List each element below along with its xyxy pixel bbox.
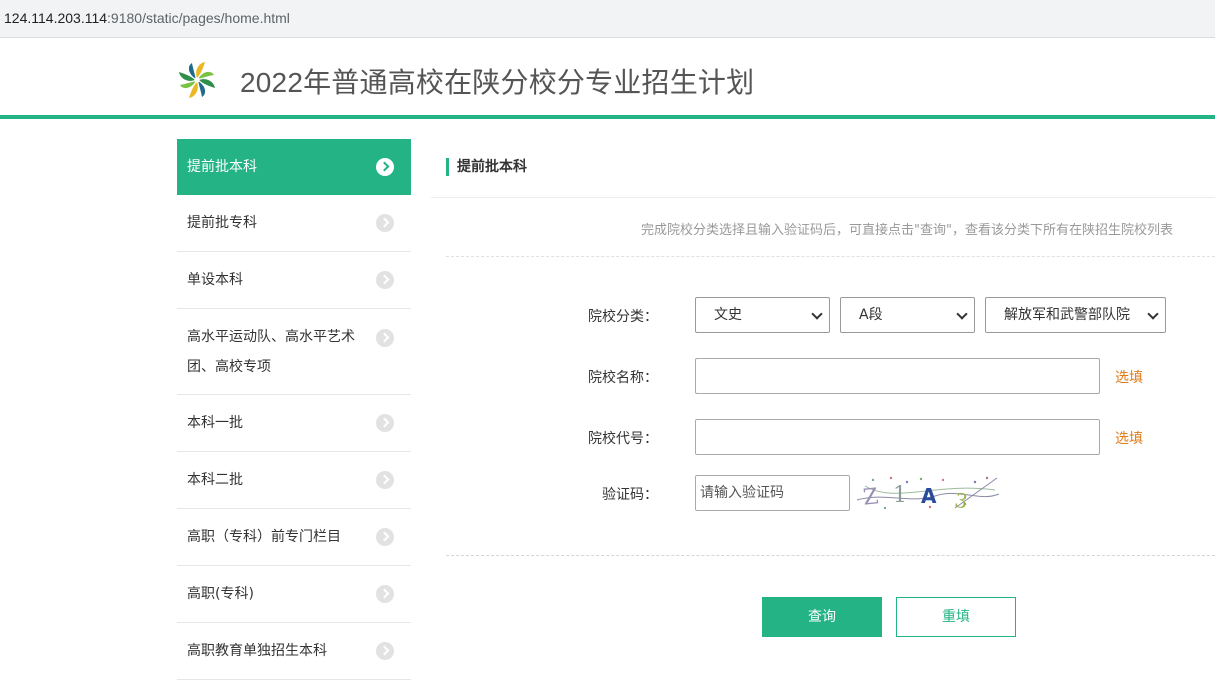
header-divider xyxy=(0,115,1215,119)
sidebar-item-vocational-special[interactable]: 高职（专科）前专门栏目 xyxy=(177,509,411,566)
chevron-right-circle-icon xyxy=(376,214,394,232)
select-value: 文史 xyxy=(714,307,742,323)
chevron-down-icon xyxy=(811,308,823,320)
chevron-right-circle-icon xyxy=(376,329,394,347)
chevron-right-circle-icon xyxy=(376,271,394,289)
query-button[interactable]: 查询 xyxy=(762,597,882,637)
chevron-right-circle-icon xyxy=(376,585,394,603)
select-value: 解放军和武警部队院 xyxy=(1004,307,1130,323)
sidebar-item-vocational-independent[interactable]: 高职教育单独招生本科 xyxy=(177,623,411,680)
sidebar-item-early-undergraduate[interactable]: 提前批本科 xyxy=(177,139,411,195)
sidebar-item-label: 提前批专科 xyxy=(187,215,257,231)
sidebar-item-label: 高职教育单独招生本科 xyxy=(187,643,327,659)
dashed-divider-top xyxy=(446,256,1215,257)
address-bar[interactable]: 124.114.203.114:9180/static/pages/home.h… xyxy=(0,0,1215,38)
segment-select[interactable]: A段 xyxy=(840,297,975,333)
instruction-text: 完成院校分类选择且输入验证码后，可直接点击"查询"，查看该分类下所有在陕招生院校… xyxy=(641,223,1173,238)
sidebar-item-high-level-teams[interactable]: 高水平运动队、高水平艺术团、高校专项 xyxy=(177,309,411,395)
chevron-right-circle-icon xyxy=(376,471,394,489)
section-title: 提前批本科 xyxy=(446,158,527,176)
captcha-input[interactable] xyxy=(695,475,850,511)
dashed-divider-bottom xyxy=(446,555,1215,556)
sidebar-item-label: 单设本科 xyxy=(187,272,243,288)
sidebar-item-label: 提前批本科 xyxy=(187,159,257,175)
school-code-label: 院校代号： xyxy=(588,431,658,447)
reset-button[interactable]: 重填 xyxy=(896,597,1016,637)
page-title: 2022年普通高校在陕分校分专业招生计划 xyxy=(240,67,755,98)
chevron-right-circle-icon xyxy=(376,642,394,660)
school-name-label: 院校名称： xyxy=(588,370,658,386)
sidebar-item-label: 本科二批 xyxy=(187,472,243,488)
sidebar-item-separate-undergraduate[interactable]: 单设本科 xyxy=(177,252,411,309)
section-divider xyxy=(431,197,1215,198)
school-code-input[interactable] xyxy=(695,419,1100,455)
pinwheel-logo-icon xyxy=(179,62,215,98)
sidebar-item-second-batch[interactable]: 本科二批 xyxy=(177,452,411,509)
captcha-char: Z xyxy=(862,484,880,510)
captcha-char: 3 xyxy=(953,488,970,512)
school-name-input[interactable] xyxy=(695,358,1100,394)
sidebar-nav: 提前批本科 提前批专科 单设本科 高水平运动队、高水平艺术团、高校专项 本科一批… xyxy=(177,139,411,680)
captcha-image[interactable]: Z 1 A 3 xyxy=(855,474,1001,512)
school-code-optional-hint: 选填 xyxy=(1115,431,1143,447)
url-host: 124.114.203.114 xyxy=(4,10,108,26)
captcha-char: 1 xyxy=(893,483,907,508)
category-label: 院校分类： xyxy=(588,309,658,325)
sidebar-item-label: 高职(专科) xyxy=(187,586,254,602)
sidebar-item-label: 高职（专科）前专门栏目 xyxy=(187,529,341,545)
chevron-right-circle-icon xyxy=(376,157,394,176)
site-header: 2022年普通高校在陕分校分专业招生计划 xyxy=(0,39,1215,116)
sidebar-item-early-junior-college[interactable]: 提前批专科 xyxy=(177,195,411,252)
subject-type-select[interactable]: 文史 xyxy=(695,297,830,333)
sidebar-item-label: 本科一批 xyxy=(187,415,243,431)
url-text[interactable]: 124.114.203.114:9180/static/pages/home.h… xyxy=(4,10,290,26)
chevron-down-icon xyxy=(1147,308,1159,320)
sidebar-item-first-batch[interactable]: 本科一批 xyxy=(177,395,411,452)
captcha-char: A xyxy=(921,484,937,508)
chevron-down-icon xyxy=(956,308,968,320)
chevron-right-circle-icon xyxy=(376,528,394,546)
sidebar-item-vocational[interactable]: 高职(专科) xyxy=(177,566,411,623)
select-value: A段 xyxy=(859,307,883,323)
school-name-optional-hint: 选填 xyxy=(1115,370,1143,386)
captcha-label: 验证码： xyxy=(602,487,658,503)
sidebar-item-label: 高水平运动队、高水平艺术团、高校专项 xyxy=(187,329,355,375)
url-path: :9180/static/pages/home.html xyxy=(107,10,290,26)
chevron-right-circle-icon xyxy=(376,414,394,432)
school-category-select[interactable]: 解放军和武警部队院 xyxy=(985,297,1166,333)
